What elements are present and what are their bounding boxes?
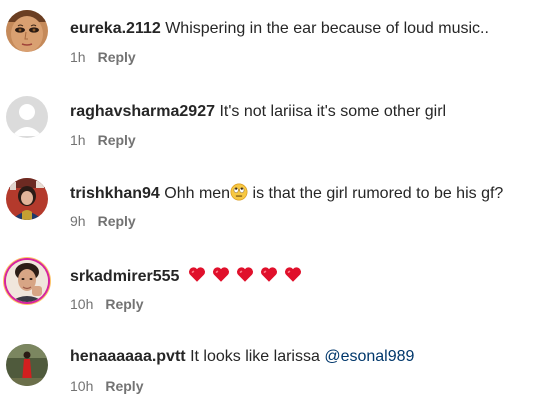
comment-meta: 10h Reply [70,295,143,313]
comment-username[interactable]: trishkhan94 [70,185,160,202]
comment-username[interactable]: srkadmirer555 [70,268,179,285]
reply-button[interactable]: Reply [98,213,136,229]
reply-button[interactable]: Reply [105,378,143,394]
face-avatar-image [6,10,48,52]
comments-list: eureka.2112 Whispering in the ear becaus… [0,0,560,417]
comment-item: trishkhan94 Ohh men is that the girl rum… [0,166,560,246]
face-avatar-icon[interactable] [6,10,48,52]
comment-line: srkadmirer555 [70,266,308,287]
reply-button[interactable]: Reply [98,132,136,148]
mention-link[interactable]: @esonal989 [324,348,414,365]
comment-meta: 10h Reply [70,377,143,395]
comment-meta: 1h Reply [70,131,136,149]
comment-text: It looks like larissa [190,348,325,365]
woman-red-dress-avatar-image [6,344,48,386]
comment-text: Whispering in the ear because of loud mu… [165,20,489,37]
comment-time[interactable]: 10h [70,296,93,312]
red-heart-emoji-icon [236,267,253,282]
red-heart-emoji-icon [212,267,229,282]
woman-photo-avatar-icon[interactable] [6,178,48,220]
red-heart-emoji-icon [188,267,205,282]
comment-meta: 1h Reply [70,48,136,66]
man-photo-avatar-icon[interactable] [6,260,48,302]
comment-time[interactable]: 1h [70,132,86,148]
comment-username[interactable]: henaaaaaa.pvtt [70,348,186,365]
red-heart-emoji-icon [260,267,277,282]
comment-item: raghavsharma2927 It's not lariisa it's s… [0,83,560,163]
comment-text-before: Ohh men [164,185,231,202]
comment-text-after: is that the girl rumored to be his gf? [248,185,504,202]
comment-time[interactable]: 9h [70,213,86,229]
red-heart-emoji-icon [284,267,301,282]
comment-username[interactable]: eureka.2112 [70,20,161,37]
comment-line: trishkhan94 Ohh men is that the girl rum… [70,183,503,204]
comment-item: srkadmirer555 10h Reply [0,249,560,329]
default-avatar-image [6,96,48,138]
default-avatar-icon[interactable] [6,96,48,138]
comment-time[interactable]: 1h [70,49,86,65]
comment-meta: 9h Reply [70,212,136,230]
comment-line: eureka.2112 Whispering in the ear becaus… [70,19,489,39]
comment-time[interactable]: 10h [70,378,93,394]
man-photo-avatar-image [6,260,48,302]
reply-button[interactable]: Reply [105,296,143,312]
reply-button[interactable]: Reply [98,49,136,65]
hearts-row [188,267,308,285]
comment-username[interactable]: raghavsharma2927 [70,103,215,120]
comment-item: eureka.2112 Whispering in the ear becaus… [0,0,560,80]
woman-photo-avatar-image [6,178,48,220]
woman-red-dress-avatar-icon[interactable] [6,344,48,386]
comment-item: henaaaaaa.pvtt It looks like larissa @es… [0,332,560,412]
comment-line: henaaaaaa.pvtt It looks like larissa @es… [70,347,414,367]
comment-line: raghavsharma2927 It's not lariisa it's s… [70,102,446,122]
eye-roll-emoji-icon [230,183,248,201]
comment-text: It's not lariisa it's some other girl [219,103,447,120]
